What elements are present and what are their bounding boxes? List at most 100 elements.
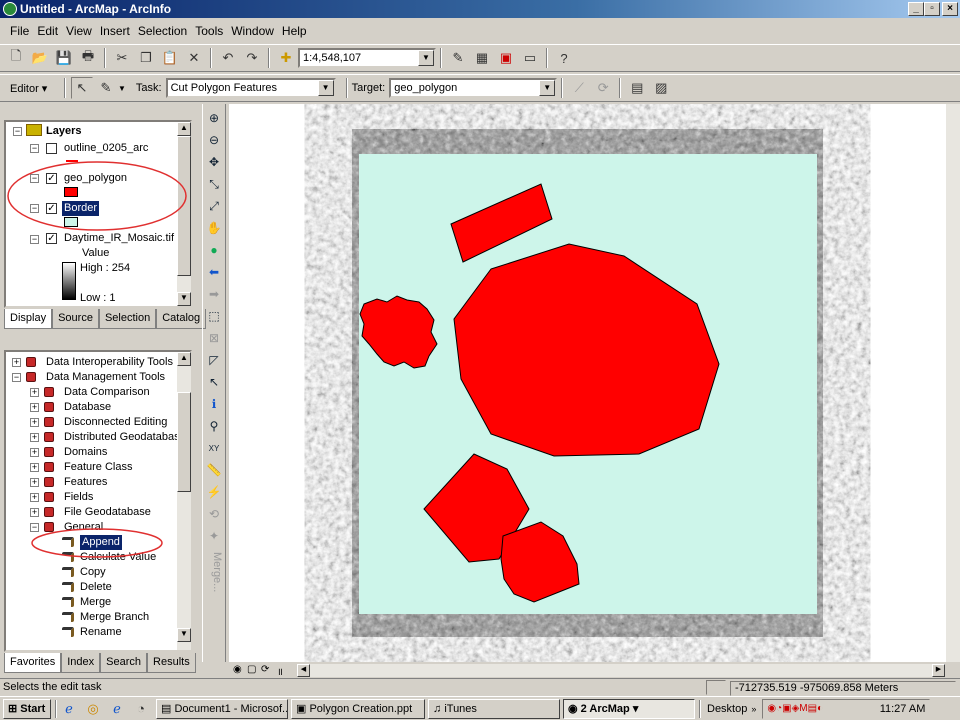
menu-tools[interactable]: Tools <box>191 24 227 38</box>
tab-catalog[interactable]: Catalog <box>156 309 207 329</box>
expand-icon[interactable]: + <box>30 418 39 427</box>
select-elements-icon[interactable]: ↖ <box>206 374 222 390</box>
menu-file[interactable]: File <box>6 24 33 38</box>
measure-icon[interactable]: 📏 <box>206 462 222 478</box>
layer-outline[interactable]: outline_0205_arc <box>64 141 148 156</box>
zoom-in-icon[interactable]: ⊕ <box>206 110 222 126</box>
tab-index[interactable]: Index <box>61 653 101 673</box>
arccatalog-icon[interactable]: ▦ <box>471 47 493 69</box>
chevron-down-icon[interactable]: ▼ <box>539 80 556 96</box>
toolset-item[interactable]: Disconnected Editing <box>64 415 167 430</box>
menu-window[interactable]: Window <box>227 24 278 38</box>
full-extent-icon[interactable]: ⤢ <box>206 198 222 214</box>
editor-menu[interactable]: Editor ▾ <box>4 82 60 95</box>
toolset-item[interactable]: Data Interoperability Tools <box>46 355 173 370</box>
fixed-zoom-in-icon[interactable]: ✥ <box>206 154 222 170</box>
chevron-down-icon[interactable]: ▼ <box>418 50 434 66</box>
toolset-item[interactable]: Feature Class <box>64 460 132 475</box>
find-icon[interactable]: ⚲ <box>206 418 222 434</box>
menu-selection[interactable]: Selection <box>134 24 191 38</box>
chevron-down-icon[interactable]: ▼ <box>118 84 126 93</box>
edit-tool-icon[interactable]: ↖ <box>71 77 93 99</box>
toolset-item[interactable]: Domains <box>64 445 107 460</box>
tray-icons[interactable]: ◉◔▣◈M▤◐ <box>767 703 823 714</box>
scroll-down-icon[interactable]: ▼ <box>177 628 191 642</box>
expand-icon[interactable]: + <box>30 433 39 442</box>
collapse-icon[interactable]: − <box>30 235 39 244</box>
ie-icon-2[interactable]: ℯ <box>106 698 128 720</box>
expand-icon[interactable]: + <box>30 493 39 502</box>
toolset-item[interactable]: Features <box>64 475 107 490</box>
clear-selection-icon[interactable]: ⊠ <box>206 330 222 346</box>
collapse-icon[interactable]: − <box>30 144 39 153</box>
expand-icon[interactable]: + <box>30 388 39 397</box>
expand-icon[interactable]: + <box>30 463 39 472</box>
globe-icon[interactable]: ● <box>206 242 222 258</box>
task-combo[interactable]: Cut Polygon Features ▼ <box>165 78 336 98</box>
ie-icon[interactable]: ℯ <box>58 698 80 720</box>
collapse-icon[interactable]: − <box>12 373 21 382</box>
split-tool-icon[interactable]: ⟋ <box>568 77 590 99</box>
task-arcmap[interactable]: ◉ 2 ArcMap ▾ <box>563 698 695 719</box>
layers-root[interactable]: Layers <box>46 124 81 139</box>
toolset-item[interactable]: Data Management Tools <box>46 370 165 385</box>
maximize-button[interactable]: ▫ <box>924 2 940 16</box>
scroll-up-icon[interactable]: ▲ <box>177 352 191 366</box>
layout-view-icon[interactable]: ▢ <box>247 664 256 675</box>
desktop-toolbar[interactable]: Desktop <box>707 703 747 715</box>
scale-combo[interactable]: 1:4,548,107 ▼ <box>298 48 436 68</box>
new-icon[interactable]: 🗋 <box>5 47 27 69</box>
layer-checkbox-mosaic[interactable]: ✓ <box>46 233 57 244</box>
layer-checkbox-outline[interactable] <box>46 143 57 154</box>
toolset-item[interactable]: Fields <box>64 490 93 505</box>
sketch-tool-icon[interactable]: ✎ <box>95 77 117 99</box>
expand-icon[interactable]: + <box>12 358 21 367</box>
menu-insert[interactable]: Insert <box>96 24 134 38</box>
expand-icon[interactable]: + <box>30 508 39 517</box>
tool-item[interactable]: Merge Branch <box>80 610 149 625</box>
task-powerpoint[interactable]: ▣ Polygon Creation.ppt <box>291 698 425 719</box>
tab-selection[interactable]: Selection <box>98 309 157 329</box>
pan-icon[interactable]: ✋ <box>206 220 222 236</box>
rotate-tool-icon[interactable]: ⟳ <box>592 77 614 99</box>
scroll-up-icon[interactable]: ▲ <box>177 122 191 136</box>
tab-source[interactable]: Source <box>52 309 99 329</box>
paste-icon[interactable]: 📋 <box>159 47 181 69</box>
tool-item[interactable]: Delete <box>80 580 112 595</box>
map-display[interactable] <box>229 104 946 662</box>
cut-icon[interactable]: ✂ <box>111 47 133 69</box>
print-icon[interactable]: 🖶 <box>77 47 99 69</box>
collapse-icon[interactable]: − <box>13 127 22 136</box>
whats-this-icon[interactable]: ? <box>553 47 575 69</box>
scroll-thumb[interactable] <box>177 392 191 492</box>
target-combo[interactable]: geo_polygon ▼ <box>389 78 558 98</box>
attributes-icon[interactable]: ▤ <box>626 77 648 99</box>
open-icon[interactable]: 📂 <box>29 47 51 69</box>
sketch-properties-icon[interactable]: ▨ <box>650 77 672 99</box>
hyperlink-icon[interactable]: ⚡ <box>206 484 222 500</box>
expand-icon[interactable]: + <box>30 403 39 412</box>
data-view-icon[interactable]: ◉ <box>233 664 242 675</box>
task-document1[interactable]: ▤ Document1 - Microsof... <box>156 698 288 719</box>
start-button[interactable]: ⊞ Start <box>3 698 51 719</box>
layer-mosaic[interactable]: Daytime_IR_Mosaic.tif <box>64 231 174 246</box>
toolset-item[interactable]: File Geodatabase <box>64 505 151 520</box>
tool-item[interactable]: Merge <box>80 595 111 610</box>
copy-icon[interactable]: ❐ <box>135 47 157 69</box>
tool-item[interactable]: Rename <box>80 625 122 640</box>
vertical-scrollbar[interactable] <box>946 104 960 662</box>
back-icon[interactable]: ⬅ <box>206 264 222 280</box>
add-data-icon[interactable]: ✚ <box>275 47 297 69</box>
menu-edit[interactable]: Edit <box>33 24 62 38</box>
minimize-button[interactable]: _ <box>908 2 924 16</box>
pause-icon[interactable]: ॥ <box>277 664 283 678</box>
forward-icon[interactable]: ➡ <box>206 286 222 302</box>
refresh-icon[interactable]: ⟳ <box>261 664 269 675</box>
go-to-xy-icon[interactable]: XY <box>206 440 222 456</box>
tab-favorites[interactable]: Favorites <box>4 653 62 673</box>
tab-results[interactable]: Results <box>147 653 196 673</box>
select-features-icon[interactable]: ⬚ <box>206 308 222 324</box>
toolset-item[interactable]: Distributed Geodatabase <box>64 430 186 445</box>
editor-toolbar-icon[interactable]: ✎ <box>447 47 469 69</box>
zoom-out-icon[interactable]: ⊖ <box>206 132 222 148</box>
